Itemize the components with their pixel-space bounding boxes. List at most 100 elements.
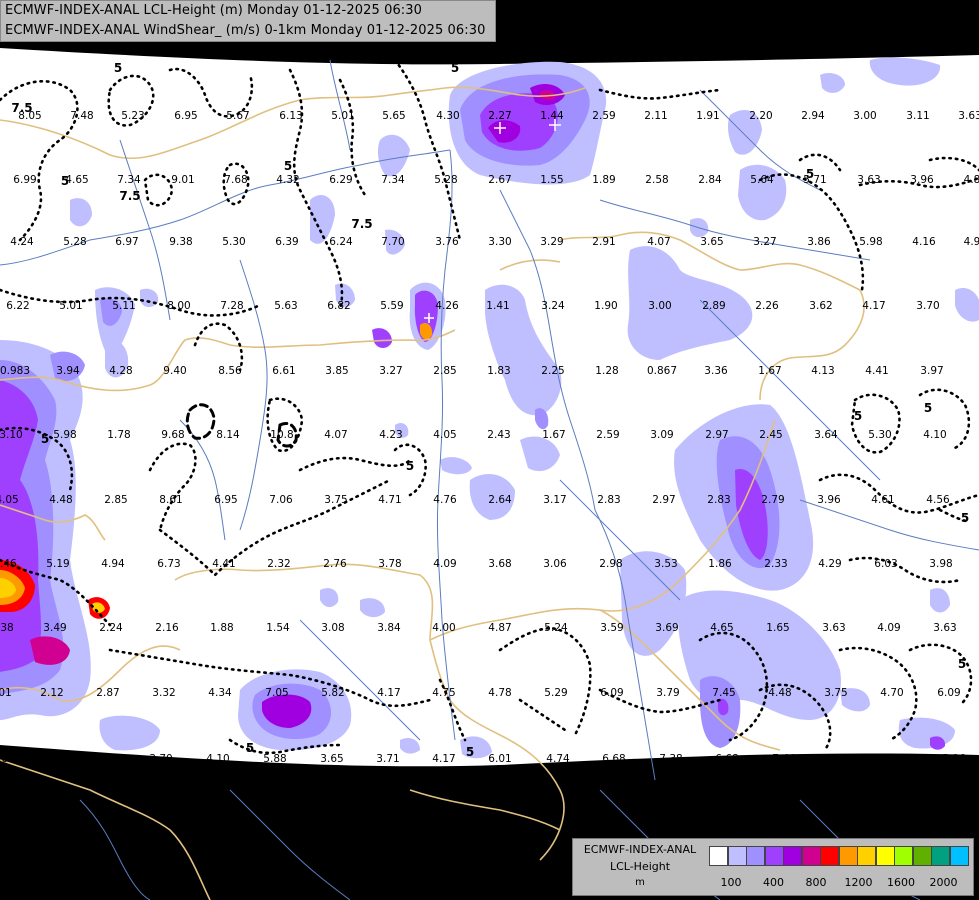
shear-value-label: 3.85 bbox=[325, 365, 348, 377]
shear-value-label: 5.82 bbox=[321, 687, 344, 699]
shear-value-label: 4.34 bbox=[208, 687, 232, 699]
shear-value-label: 4.70 bbox=[880, 687, 903, 699]
shear-value-label: 3.01 bbox=[0, 687, 12, 699]
shear-value-label: 3.68 bbox=[488, 558, 511, 570]
shear-value-label: 6.95 bbox=[214, 494, 237, 506]
shear-value-label: 7.38 bbox=[659, 753, 682, 765]
shear-value-label: 4.07 bbox=[324, 429, 347, 441]
shear-value-label: 3.75 bbox=[824, 687, 847, 699]
contour-label: 5 bbox=[406, 459, 414, 473]
shear-value-label: 3.79 bbox=[656, 687, 679, 699]
shear-value-label: 4.09 bbox=[433, 558, 456, 570]
shear-value-label: 3.53 bbox=[654, 558, 677, 570]
shear-value-label: 4.00 bbox=[432, 622, 455, 634]
shear-value-label: 4.65 bbox=[710, 622, 733, 634]
shear-value-label: 2.67 bbox=[488, 174, 511, 186]
shear-value-label: 5.59 bbox=[380, 300, 403, 312]
shear-value-label: 4.10 bbox=[206, 753, 229, 765]
shear-value-label: 2.24 bbox=[99, 622, 123, 634]
shear-value-label: 0.983 bbox=[0, 365, 30, 377]
legend-tick-label: 800 bbox=[805, 876, 827, 889]
shear-value-label: 6.03 bbox=[874, 558, 897, 570]
shear-value-label: 4.48 bbox=[49, 494, 72, 506]
shear-value-label: 6.99 bbox=[13, 174, 36, 186]
shear-value-label: 4.17 bbox=[862, 300, 885, 312]
shear-value-label: 4.09 bbox=[877, 622, 900, 634]
shear-value-label: 1.28 bbox=[595, 365, 618, 377]
shear-value-label: 0.867 bbox=[647, 365, 677, 377]
legend-unit: m bbox=[635, 877, 645, 888]
shear-value-label: 3.59 bbox=[600, 622, 623, 634]
shear-value-label: 3.8 bbox=[0, 753, 8, 765]
shear-value-label: 6.13 bbox=[279, 110, 302, 122]
shear-value-label: 6.82 bbox=[327, 300, 350, 312]
shear-value-label: 4.41 bbox=[212, 558, 235, 570]
shear-value-label: 2.97 bbox=[652, 494, 675, 506]
shear-value-label: 6.24 bbox=[329, 236, 353, 248]
shear-value-label: 10.8 bbox=[270, 429, 293, 441]
weather-map: 7.5 5 5 5 7.5 7.5 5 5 5 5 5 5 5 5 5 5 8.… bbox=[0, 0, 979, 900]
shear-value-label: 5.29 bbox=[544, 687, 567, 699]
shear-value-label: 8.05 bbox=[18, 110, 41, 122]
shear-value-label: 2.89 bbox=[702, 300, 725, 312]
shear-value-label: 4.8 bbox=[964, 174, 979, 186]
shear-value-label: 3.71 bbox=[376, 753, 399, 765]
shear-value-label: 4.40 bbox=[828, 753, 851, 765]
shear-value-label: 5.01 bbox=[59, 300, 82, 312]
legend-title-2: LCL-Height bbox=[609, 860, 671, 873]
shear-value-label: 2.16 bbox=[155, 622, 179, 634]
legend-tick-label: 1600 bbox=[887, 876, 915, 889]
shear-value-label: 3.65 bbox=[320, 753, 343, 765]
shear-value-label: 7.05 bbox=[265, 687, 288, 699]
shear-value-label: 4.26 bbox=[435, 300, 459, 312]
shear-value-label: 4.41 bbox=[865, 365, 888, 377]
shear-value-label: 4.28 bbox=[109, 365, 132, 377]
legend-swatch bbox=[820, 846, 839, 866]
contour-label: 5 bbox=[466, 745, 474, 759]
shear-value-label: 1.90 bbox=[594, 300, 617, 312]
shear-value-label: 5.01 bbox=[331, 110, 354, 122]
legend-swatch bbox=[912, 846, 932, 866]
shear-value-label: 7.48 bbox=[70, 110, 93, 122]
contour-label: 5 bbox=[114, 61, 122, 75]
shear-value-label: 4.30 bbox=[436, 110, 459, 122]
legend-swatch bbox=[783, 846, 802, 866]
shear-value-label: 2.98 bbox=[599, 558, 622, 570]
shear-value-label: 9.01 bbox=[171, 174, 194, 186]
shear-value-label: 9.68 bbox=[161, 429, 184, 441]
shear-value-label: 3.27 bbox=[379, 365, 402, 377]
shear-value-label: 5.64 bbox=[750, 174, 774, 186]
legend-swatch bbox=[838, 846, 858, 866]
shear-value-label: 7.06 bbox=[269, 494, 293, 506]
shear-value-label: 4.07 bbox=[647, 236, 670, 248]
shear-value-label: 3.49 bbox=[43, 622, 66, 634]
shear-value-label: 3.63 bbox=[958, 110, 979, 122]
shear-value-label: 3.69 bbox=[655, 622, 678, 634]
shear-value-label: 3.38 bbox=[0, 622, 14, 634]
shear-value-label: 2.26 bbox=[755, 300, 779, 312]
shear-value-label: 6.39 bbox=[275, 236, 298, 248]
contour-label: 5 bbox=[41, 432, 49, 446]
shear-value-label: 6.22 bbox=[6, 300, 29, 312]
shear-value-label: 6.09 bbox=[600, 687, 623, 699]
legend-tick-label: 2000 bbox=[929, 876, 958, 889]
shear-value-label: 3.06 bbox=[543, 558, 567, 570]
shear-value-label: 4.05 bbox=[0, 494, 19, 506]
legend-swatch bbox=[801, 846, 821, 866]
shear-value-label: 2.11 bbox=[644, 110, 667, 122]
contour-label: 5 bbox=[958, 657, 966, 671]
shear-value-label: 9.38 bbox=[169, 236, 192, 248]
shear-value-label: 3.24 bbox=[541, 300, 565, 312]
shear-value-label: 4.17 bbox=[432, 753, 455, 765]
shear-value-label: 1.86 bbox=[708, 558, 732, 570]
shear-value-label: 4.13 bbox=[811, 365, 834, 377]
shear-value-label: 3.30 bbox=[488, 236, 511, 248]
shear-value-label: 3.63 bbox=[822, 622, 845, 634]
shear-value-label: 3.97 bbox=[920, 365, 943, 377]
contour-label: 5 bbox=[246, 741, 254, 755]
shear-value-label: 4.05 bbox=[433, 429, 456, 441]
shear-value-label: 3.09 bbox=[650, 429, 673, 441]
shear-value-label: 1.54 bbox=[266, 622, 290, 634]
shear-value-label: 2.83 bbox=[707, 494, 730, 506]
shear-value-label: 7.45 bbox=[712, 687, 735, 699]
